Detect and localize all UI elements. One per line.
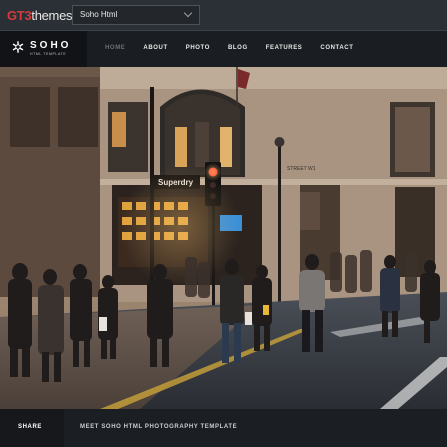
- snowflake-gear-icon: [12, 41, 24, 53]
- nav-blog[interactable]: BLOG: [228, 45, 248, 51]
- nav-features[interactable]: FEATURES: [266, 45, 303, 51]
- nav-contact[interactable]: CONTACT: [320, 45, 353, 51]
- brand-name: SOHO: [30, 40, 72, 51]
- theme-switcher-bar: GT3themes Soho Html: [0, 0, 447, 31]
- share-label: SHARE: [18, 424, 43, 430]
- brand-tagline: HTML TEMPLATE: [30, 52, 67, 56]
- theme-select[interactable]: Soho Html: [72, 5, 200, 25]
- site-header: SOHO HTML TEMPLATE HOME ABOUT PHOTO BLOG…: [0, 31, 447, 67]
- brand-logo[interactable]: SOHO HTML TEMPLATE: [0, 31, 87, 67]
- gt3themes-logo[interactable]: GT3themes: [7, 8, 73, 23]
- main-nav: HOME ABOUT PHOTO BLOG FEATURES CONTACT: [105, 45, 372, 51]
- nav-home[interactable]: HOME: [105, 45, 125, 51]
- nav-photo[interactable]: PHOTO: [186, 45, 210, 51]
- site-footer: SHARE MEET SOHO HTML PHOTOGRAPHY TEMPLAT…: [0, 409, 447, 447]
- theme-select-value: Soho Html: [80, 10, 118, 19]
- chevron-down-icon: [183, 8, 193, 18]
- share-button[interactable]: SHARE: [0, 409, 64, 447]
- gt3-logo-brand: GT3: [7, 8, 32, 23]
- photo-caption: MEET SOHO HTML PHOTOGRAPHY TEMPLATE: [80, 424, 238, 430]
- nav-about[interactable]: ABOUT: [143, 45, 167, 51]
- hero-photo: STREET W1 Superdry: [0, 67, 447, 409]
- street-scene-image: STREET W1 Superdry: [0, 67, 447, 409]
- street-sign-text: STREET W1: [287, 166, 316, 172]
- gt3-logo-suffix: themes: [31, 8, 73, 23]
